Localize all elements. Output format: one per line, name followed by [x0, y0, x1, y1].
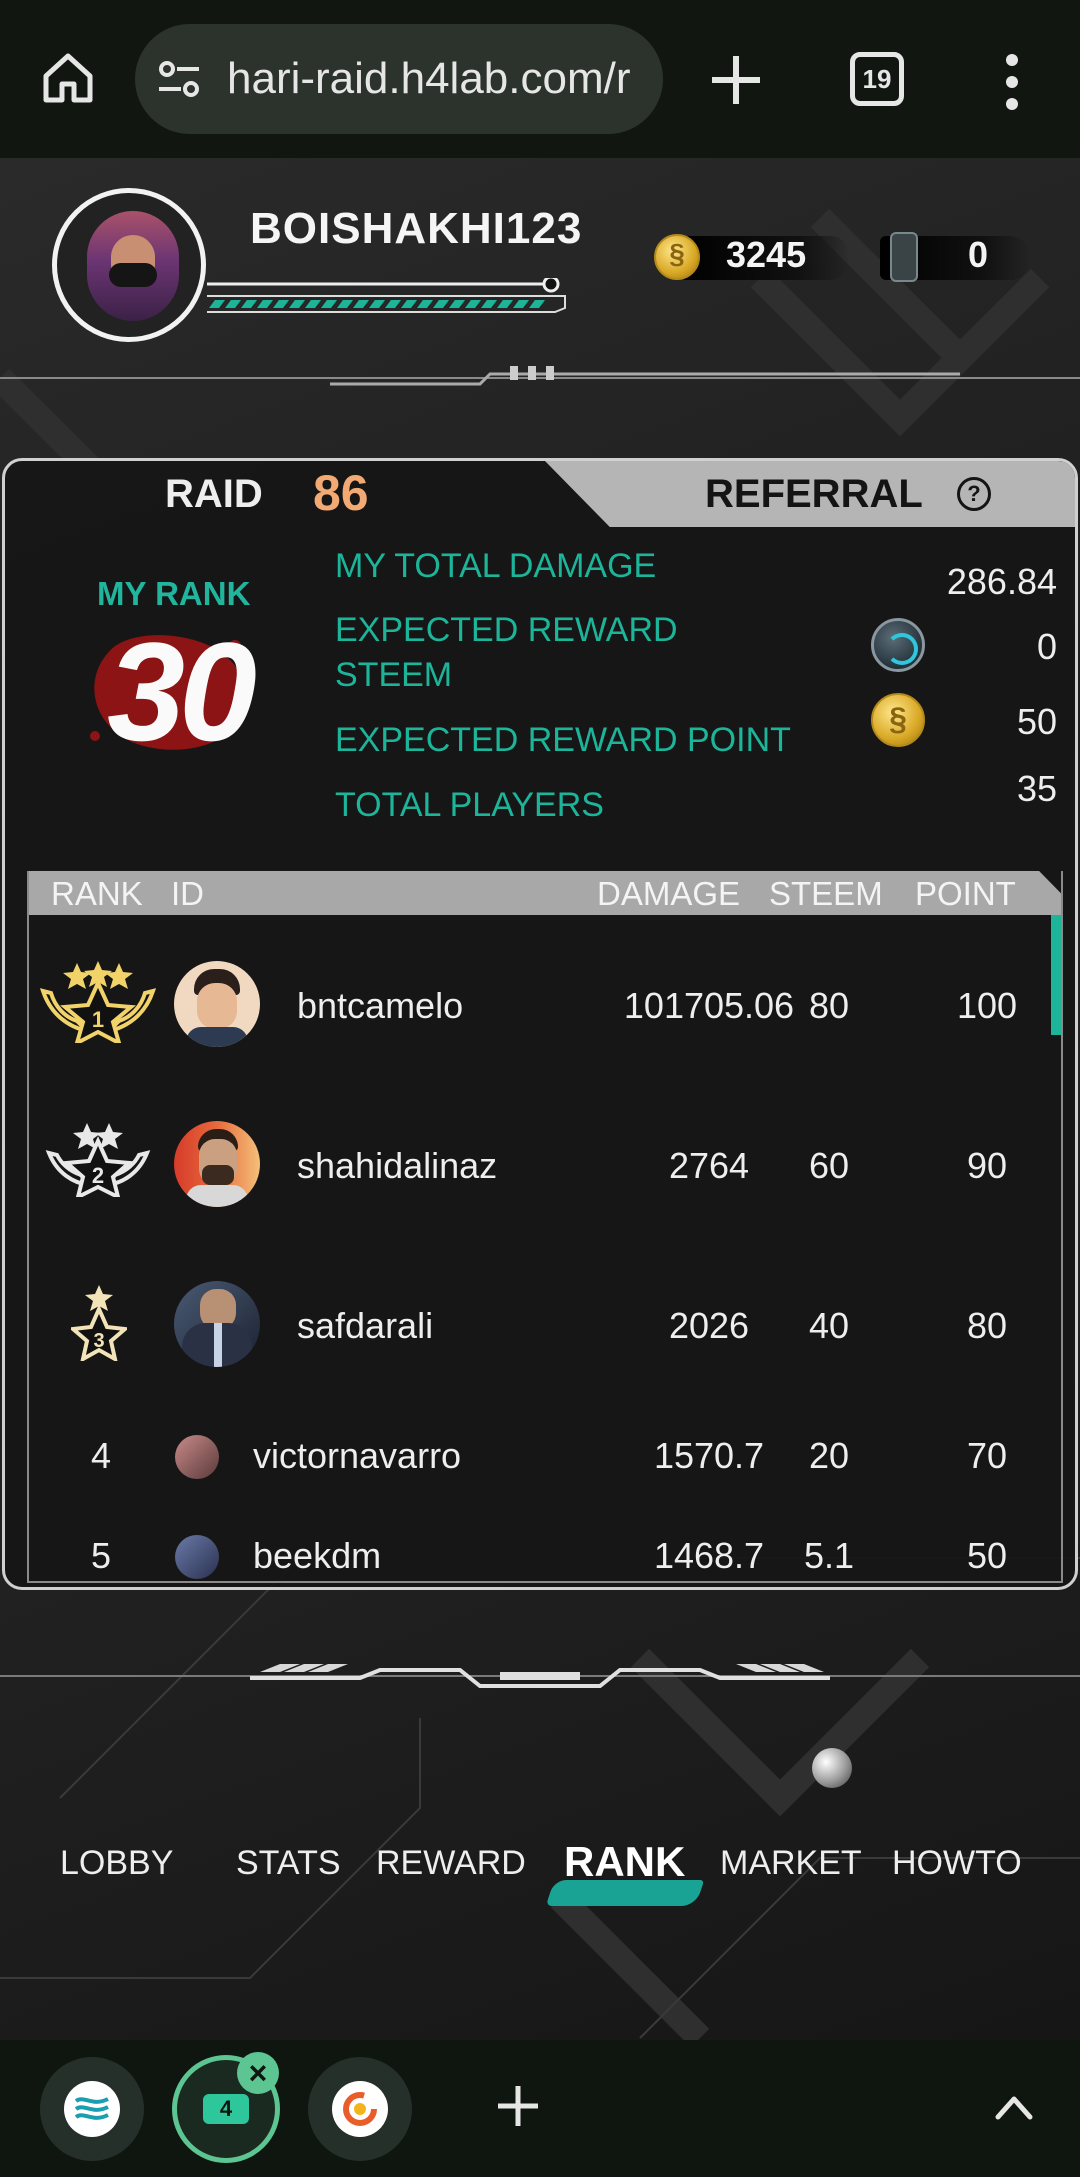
header-id: ID	[171, 875, 204, 912]
reward-point-value: 50	[1016, 701, 1057, 742]
gem-balance: 0	[880, 228, 1060, 288]
orb-decoration	[812, 1748, 852, 1788]
player-steem: 40	[808, 1305, 850, 1346]
player-steem: 80	[808, 985, 850, 1026]
new-tab-icon[interactable]	[706, 50, 766, 110]
player-damage: 1468.7	[653, 1535, 765, 1576]
raid-number: 86	[313, 465, 369, 521]
app-coin-icon[interactable]	[308, 2057, 412, 2161]
player-rank: 4	[90, 1435, 112, 1476]
nav-howto[interactable]: HOWTO	[892, 1844, 1022, 1883]
player-point: 70	[966, 1435, 1008, 1476]
player-id: beekdm	[253, 1535, 382, 1576]
player-id: bntcamelo	[297, 985, 464, 1026]
table-scrollbar[interactable]	[1051, 915, 1061, 1035]
my-rank-number: 30	[107, 613, 257, 770]
total-damage-label: MY TOTAL DAMAGE	[335, 547, 657, 585]
coin-icon	[654, 234, 700, 280]
app-steemit-icon[interactable]	[40, 2057, 144, 2161]
player-damage: 2764	[668, 1145, 750, 1186]
table-row[interactable]: 3 safdarali 2026 40 80	[29, 1253, 1049, 1403]
username: BOISHAKHI123	[250, 204, 583, 253]
table-row[interactable]: 1 bntcamelo 101705.06 80 100	[29, 921, 1049, 1071]
game-screen: BOISHAKHI123 § 3245 0 RAID 86 REFERRAL ?…	[0, 158, 1080, 2040]
nav-lobby[interactable]: LOBBY	[60, 1844, 173, 1883]
header-damage: DAMAGE	[597, 875, 741, 912]
svg-text:3: 3	[93, 1330, 104, 1352]
steem-icon	[871, 618, 925, 672]
header-steem: STEEM	[769, 875, 883, 912]
url-text[interactable]: hari-raid.h4lab.com/r	[227, 24, 647, 134]
player-damage: 101705.06	[623, 985, 795, 1026]
avatar	[174, 1121, 260, 1207]
player-point: 100	[956, 985, 1018, 1026]
tab-switcher-button[interactable]: 19	[850, 52, 904, 106]
avatar	[87, 211, 179, 321]
total-damage-value: 286.84	[946, 561, 1057, 602]
tab-raid[interactable]: RAID	[165, 461, 263, 527]
player-steem: 60	[808, 1145, 850, 1186]
steem-waves-icon	[74, 2097, 109, 2120]
player-point: 80	[966, 1305, 1008, 1346]
add-icon[interactable]	[494, 2082, 542, 2130]
close-icon[interactable]: ×	[237, 2052, 279, 2094]
reward-steem-label-line1: EXPECTED REWARD	[335, 611, 678, 649]
avatar	[174, 961, 260, 1047]
address-bar[interactable]: hari-raid.h4lab.com/r	[135, 24, 663, 134]
my-rank-label: MY RANK	[97, 575, 251, 612]
avatar	[175, 1435, 219, 1479]
avatar	[174, 1281, 260, 1367]
player-steem: 5.1	[803, 1535, 855, 1576]
player-damage: 1570.7	[653, 1435, 765, 1476]
header-rank: RANK	[51, 875, 143, 912]
nav-divider-decoration	[250, 1664, 830, 1688]
browser-toolbar: hari-raid.h4lab.com/r 19	[0, 0, 1080, 158]
coin-balance: 3245	[650, 228, 850, 288]
reward-steem-value: 0	[1036, 626, 1057, 667]
point-icon	[871, 693, 925, 747]
table-row[interactable]: 5 beekdm 1468.7 5.1 50	[29, 1519, 1049, 1581]
svg-text:2: 2	[92, 1163, 104, 1188]
site-settings-icon[interactable]	[157, 59, 201, 99]
gold-rank-medal-icon: 1	[39, 961, 157, 1043]
chevron-up-icon[interactable]	[994, 2093, 1034, 2121]
player-steem: 20	[808, 1435, 850, 1476]
tab-referral-label[interactable]: REFERRAL	[705, 461, 923, 527]
more-menu-icon[interactable]	[998, 52, 1026, 112]
table-row[interactable]: 2 shahidalinaz 2764 60 90	[29, 1087, 1049, 1237]
player-point: 50	[966, 1535, 1008, 1576]
nav-market[interactable]: MARKET	[720, 1844, 862, 1883]
player-id: victornavarro	[253, 1435, 462, 1476]
rank-table[interactable]: RANK ID DAMAGE STEEM POINT 1 bntcamelo 1…	[27, 871, 1063, 1583]
bronze-rank-medal-icon: 3	[71, 1285, 127, 1361]
home-icon[interactable]	[40, 50, 96, 106]
reward-steem-label-line2: STEEM	[335, 656, 453, 694]
total-players-value: 35	[1016, 768, 1057, 809]
gem-value: 0	[968, 234, 989, 275]
svg-text:1: 1	[92, 1007, 104, 1032]
table-row[interactable]: 4 victornavarro 1570.7 20 70	[29, 1413, 1049, 1513]
coin-value: 3245	[726, 234, 807, 275]
silver-rank-medal-icon: 2	[45, 1123, 151, 1197]
player-id: shahidalinaz	[297, 1145, 498, 1186]
help-icon[interactable]: ?	[957, 477, 991, 511]
gem-icon	[890, 232, 918, 282]
avatar	[175, 1535, 219, 1579]
reward-point-label: EXPECTED REWARD POINT	[335, 721, 791, 759]
nav-stats[interactable]: STATS	[236, 1844, 341, 1883]
profile-avatar-ring[interactable]	[52, 188, 206, 342]
c-logo-icon	[343, 2092, 377, 2126]
xp-progress-bar	[207, 278, 566, 313]
rank-panel: RAID 86 REFERRAL ? MY RANK 30 MY TOTAL D…	[2, 458, 1078, 1590]
header-point: POINT	[915, 875, 1016, 912]
player-damage: 2026	[668, 1305, 750, 1346]
player-rank: 5	[90, 1535, 112, 1576]
total-players-label: TOTAL PLAYERS	[335, 786, 604, 824]
player-point: 90	[966, 1145, 1008, 1186]
nav-rank[interactable]: RANK	[564, 1838, 685, 1886]
nav-reward[interactable]: REWARD	[376, 1844, 526, 1883]
player-id: safdarali	[297, 1305, 434, 1346]
